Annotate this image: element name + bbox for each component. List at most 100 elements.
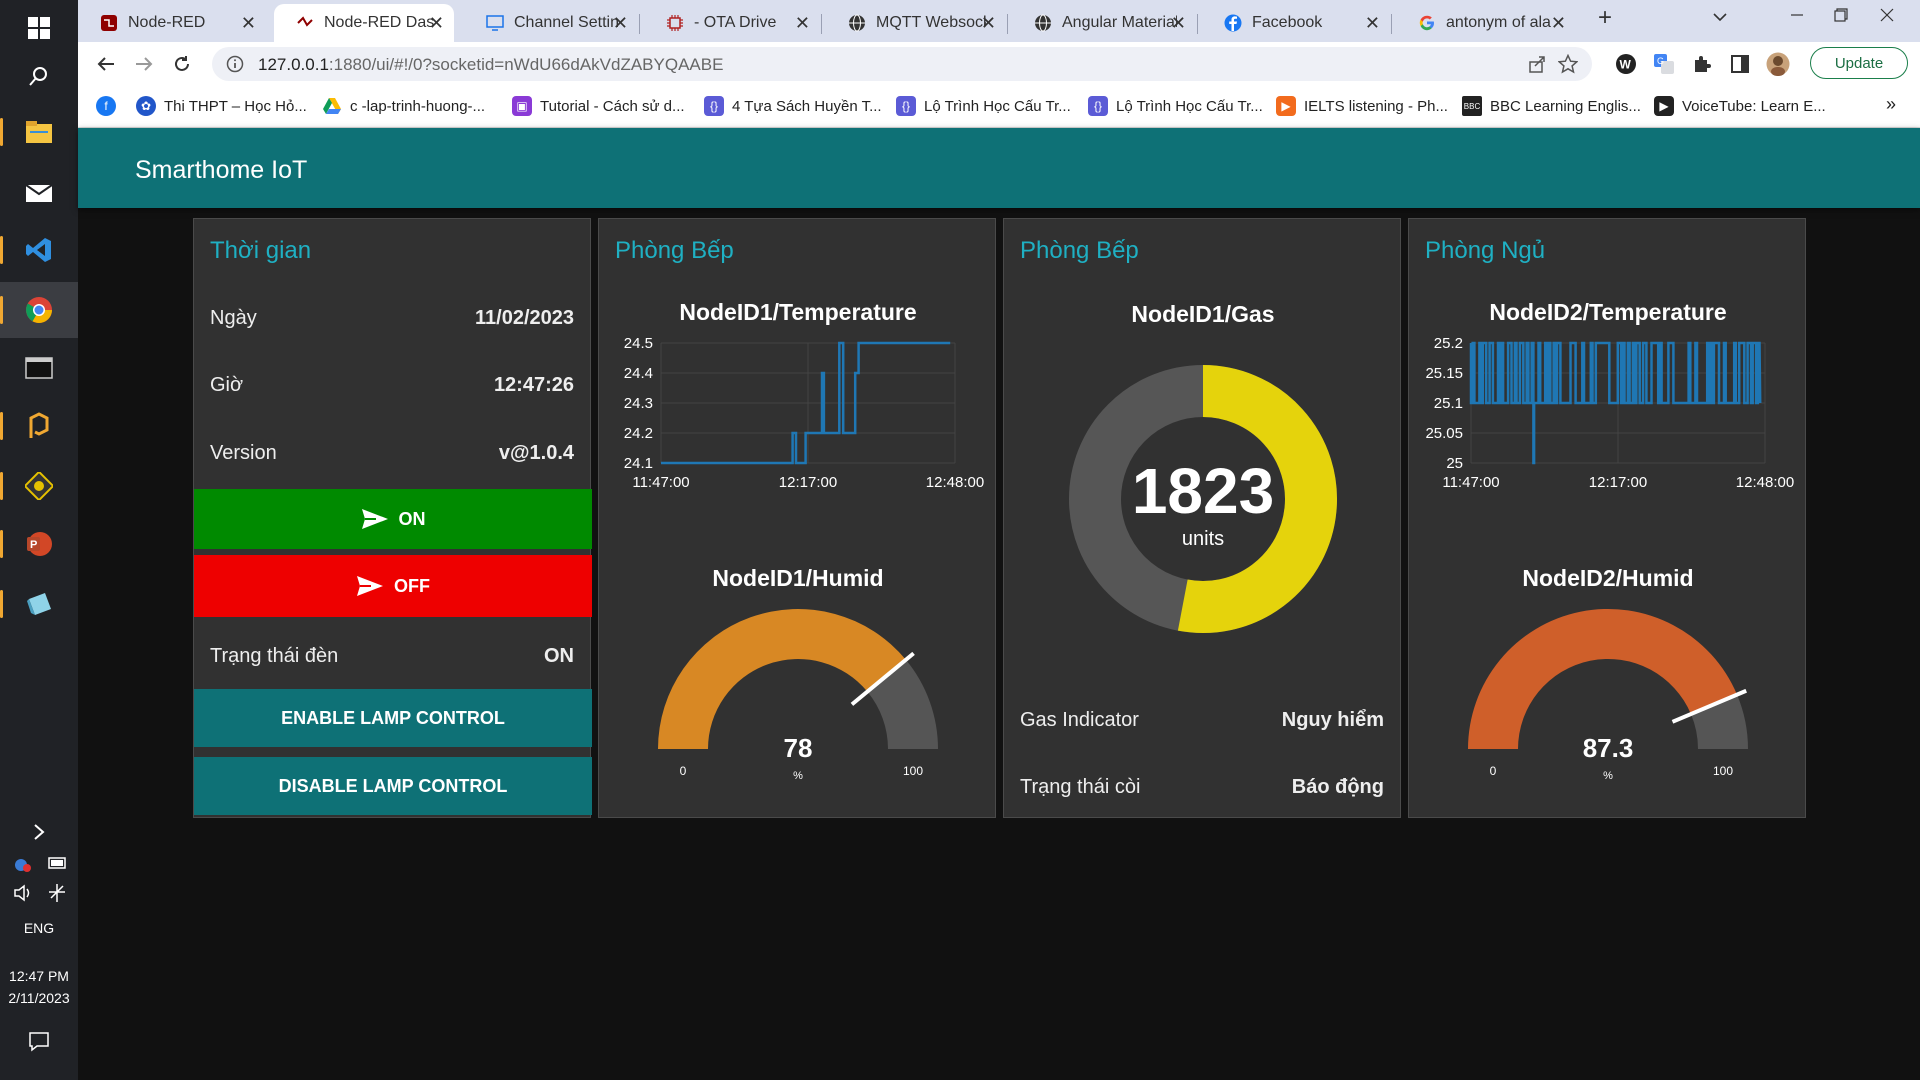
app-box-icon[interactable] (0, 576, 78, 632)
vscode-icon[interactable] (0, 222, 78, 278)
browser-tab-active[interactable]: Node-RED Dashboard ✕ (274, 4, 454, 42)
restore-icon[interactable] (1834, 6, 1848, 27)
y-tick-label: 24.5 (624, 335, 653, 352)
close-tab-icon[interactable]: ✕ (429, 13, 444, 34)
mail-icon[interactable] (0, 164, 78, 220)
browser-tab[interactable]: Node-RED ✕ (78, 4, 266, 42)
search-icon[interactable] (0, 48, 78, 104)
close-tab-icon[interactable]: ✕ (1551, 13, 1566, 34)
bookmark-item[interactable]: c -lap-trinh-huong-... (322, 96, 485, 116)
browser-tab[interactable]: Channel Settings ✕ (464, 4, 638, 42)
browser-toolbar: 127.0.0.1:1880/ui/#!/0?socketid=nWdU66dA… (78, 42, 1920, 86)
more-menu-icon[interactable] (1914, 52, 1920, 76)
forward-arrow-icon[interactable] (130, 50, 158, 78)
version-value: v@1.0.4 (498, 442, 574, 464)
close-tab-icon[interactable]: ✕ (1171, 13, 1186, 34)
extension-w-icon[interactable]: W (1614, 52, 1638, 76)
close-tab-icon[interactable]: ✕ (981, 13, 996, 34)
notification-icon[interactable] (0, 1016, 78, 1066)
tray-icons[interactable] (0, 848, 78, 878)
gauge-max-label: 100 (1713, 764, 1733, 778)
bookmark-item[interactable]: {} 4 Tựa Sách Huyền T... (704, 96, 882, 116)
dashboard-header: Smarthome IoT (78, 128, 1920, 208)
bedroom-card: Phòng Ngủ NodeID2/Temperature 25 25.05 25.… (1408, 218, 1806, 818)
monitor-icon (486, 14, 504, 32)
tab-search-chevron-icon[interactable] (1712, 6, 1728, 27)
app-tools-icon[interactable] (0, 458, 78, 514)
enable-lamp-control-button[interactable]: ENABLE LAMP CONTROL (194, 689, 592, 747)
lamp-off-button[interactable]: OFF (194, 555, 592, 617)
reload-icon[interactable] (168, 50, 196, 78)
file-explorer-icon[interactable] (0, 104, 78, 160)
browser-tab[interactable]: Angular Material ✕ (1012, 4, 1196, 42)
browser-tab[interactable]: MQTT Websocket ✕ (826, 4, 1006, 42)
extensions-puzzle-icon[interactable] (1690, 52, 1714, 76)
browser-tab[interactable]: - OTA Drive ✕ (644, 4, 820, 42)
bookmark-item[interactable]: ▣ Tutorial - Cách sử d... (512, 96, 685, 116)
google-icon (1418, 14, 1436, 32)
bookmark-item[interactable]: BBC BBC Learning Englis... (1462, 96, 1641, 116)
ielts-icon: ▶ (1276, 96, 1296, 116)
info-icon[interactable] (226, 55, 244, 78)
chart-title: NodeID1/Humid (712, 565, 884, 591)
gas-indicator-label: Gas Indicator (1020, 709, 1139, 731)
send-icon (356, 574, 384, 598)
close-tab-icon[interactable]: ✕ (1365, 13, 1380, 34)
clock-date[interactable]: 2/11/2023 (0, 990, 78, 1006)
kitchen-gas-card: Phòng Bếp NodeID1/Gas 1823 units Gas Indi… (1003, 218, 1401, 818)
google-drive-icon (322, 96, 342, 116)
close-tab-icon[interactable]: ✕ (613, 13, 628, 34)
bookmark-item[interactable]: {} Lộ Trình Học Cấu Tr... (1088, 96, 1263, 116)
y-tick-label: 24.3 (624, 395, 653, 412)
gauge-unit-label: % (1603, 770, 1613, 782)
y-tick-label: 25.05 (1425, 425, 1463, 442)
facebook-icon: f (96, 96, 116, 116)
send-icon (361, 507, 389, 531)
bookmark-item[interactable]: ✿ Thi THPT – Học Hỏ... (136, 96, 307, 116)
language-indicator[interactable]: ENG (0, 920, 78, 936)
temperature-line-chart-2: 25 25.05 25.1 25.15 25.2 11:47:00 12:17:00 12:4… (1425, 335, 1794, 491)
address-bar[interactable]: 127.0.0.1:1880/ui/#!/0?socketid=nWdU66dA… (212, 47, 1592, 81)
humidity-gauge-1: 78% 0 100 (658, 609, 938, 782)
browser-tab[interactable]: Facebook ✕ (1202, 4, 1390, 42)
bookmark-site-icon: {} (1088, 96, 1108, 116)
svg-text:G: G (1657, 56, 1664, 66)
new-tab-plus-icon[interactable]: + (1598, 4, 1612, 32)
terminal-icon[interactable] (0, 340, 78, 396)
back-arrow-icon[interactable] (92, 50, 120, 78)
translate-icon[interactable]: G (1652, 52, 1676, 76)
gas-indicator-value: Nguy hiểm (1281, 709, 1384, 731)
side-panel-icon[interactable] (1728, 52, 1752, 76)
close-window-icon[interactable] (1880, 6, 1894, 27)
disable-lamp-control-button[interactable]: DISABLE LAMP CONTROL (194, 757, 592, 815)
bookmark-item[interactable]: ▶ VoiceTube: Learn E... (1654, 96, 1826, 116)
chart-title: NodeID1/Temperature (679, 299, 917, 325)
gauge-min-label: 0 (1490, 764, 1497, 778)
screen: P ENG 12:47 PM 2/11/2023 Node-RED ✕ Node… (0, 0, 1920, 1080)
bookmark-item[interactable]: ▶ IELTS listening - Ph... (1276, 96, 1448, 116)
bookmark-facebook[interactable]: f (96, 96, 116, 116)
date-label: Ngày (210, 307, 257, 329)
browser-tab[interactable]: antonym of alarm ✕ (1396, 4, 1576, 42)
chart-title: NodeID2/Temperature (1489, 299, 1727, 325)
close-tab-icon[interactable]: ✕ (795, 13, 810, 34)
share-icon[interactable] (1528, 55, 1546, 78)
powerpoint-icon[interactable]: P (0, 516, 78, 572)
avatar[interactable] (1766, 52, 1790, 76)
update-button[interactable]: Update (1810, 47, 1908, 79)
chip-icon (666, 14, 684, 32)
volume-network-icons[interactable] (0, 876, 78, 910)
lamp-on-button[interactable]: ON (194, 489, 592, 549)
gauge-value-label: 78 (784, 733, 813, 763)
app-arduino-icon[interactable] (0, 398, 78, 454)
bookmark-star-icon[interactable] (1557, 53, 1579, 79)
minimize-icon[interactable] (1790, 6, 1804, 27)
donut-unit-label: units (1182, 528, 1224, 550)
clock-time[interactable]: 12:47 PM (0, 968, 78, 984)
bookmark-item[interactable]: {} Lộ Trình Học Cấu Tr... (896, 96, 1071, 116)
y-tick-label: 25.2 (1434, 335, 1463, 352)
close-tab-icon[interactable]: ✕ (241, 13, 256, 34)
more-bookmarks-icon[interactable]: » (1886, 94, 1896, 115)
chrome-icon[interactable] (0, 282, 78, 338)
y-tick-label: 24.2 (624, 425, 653, 442)
